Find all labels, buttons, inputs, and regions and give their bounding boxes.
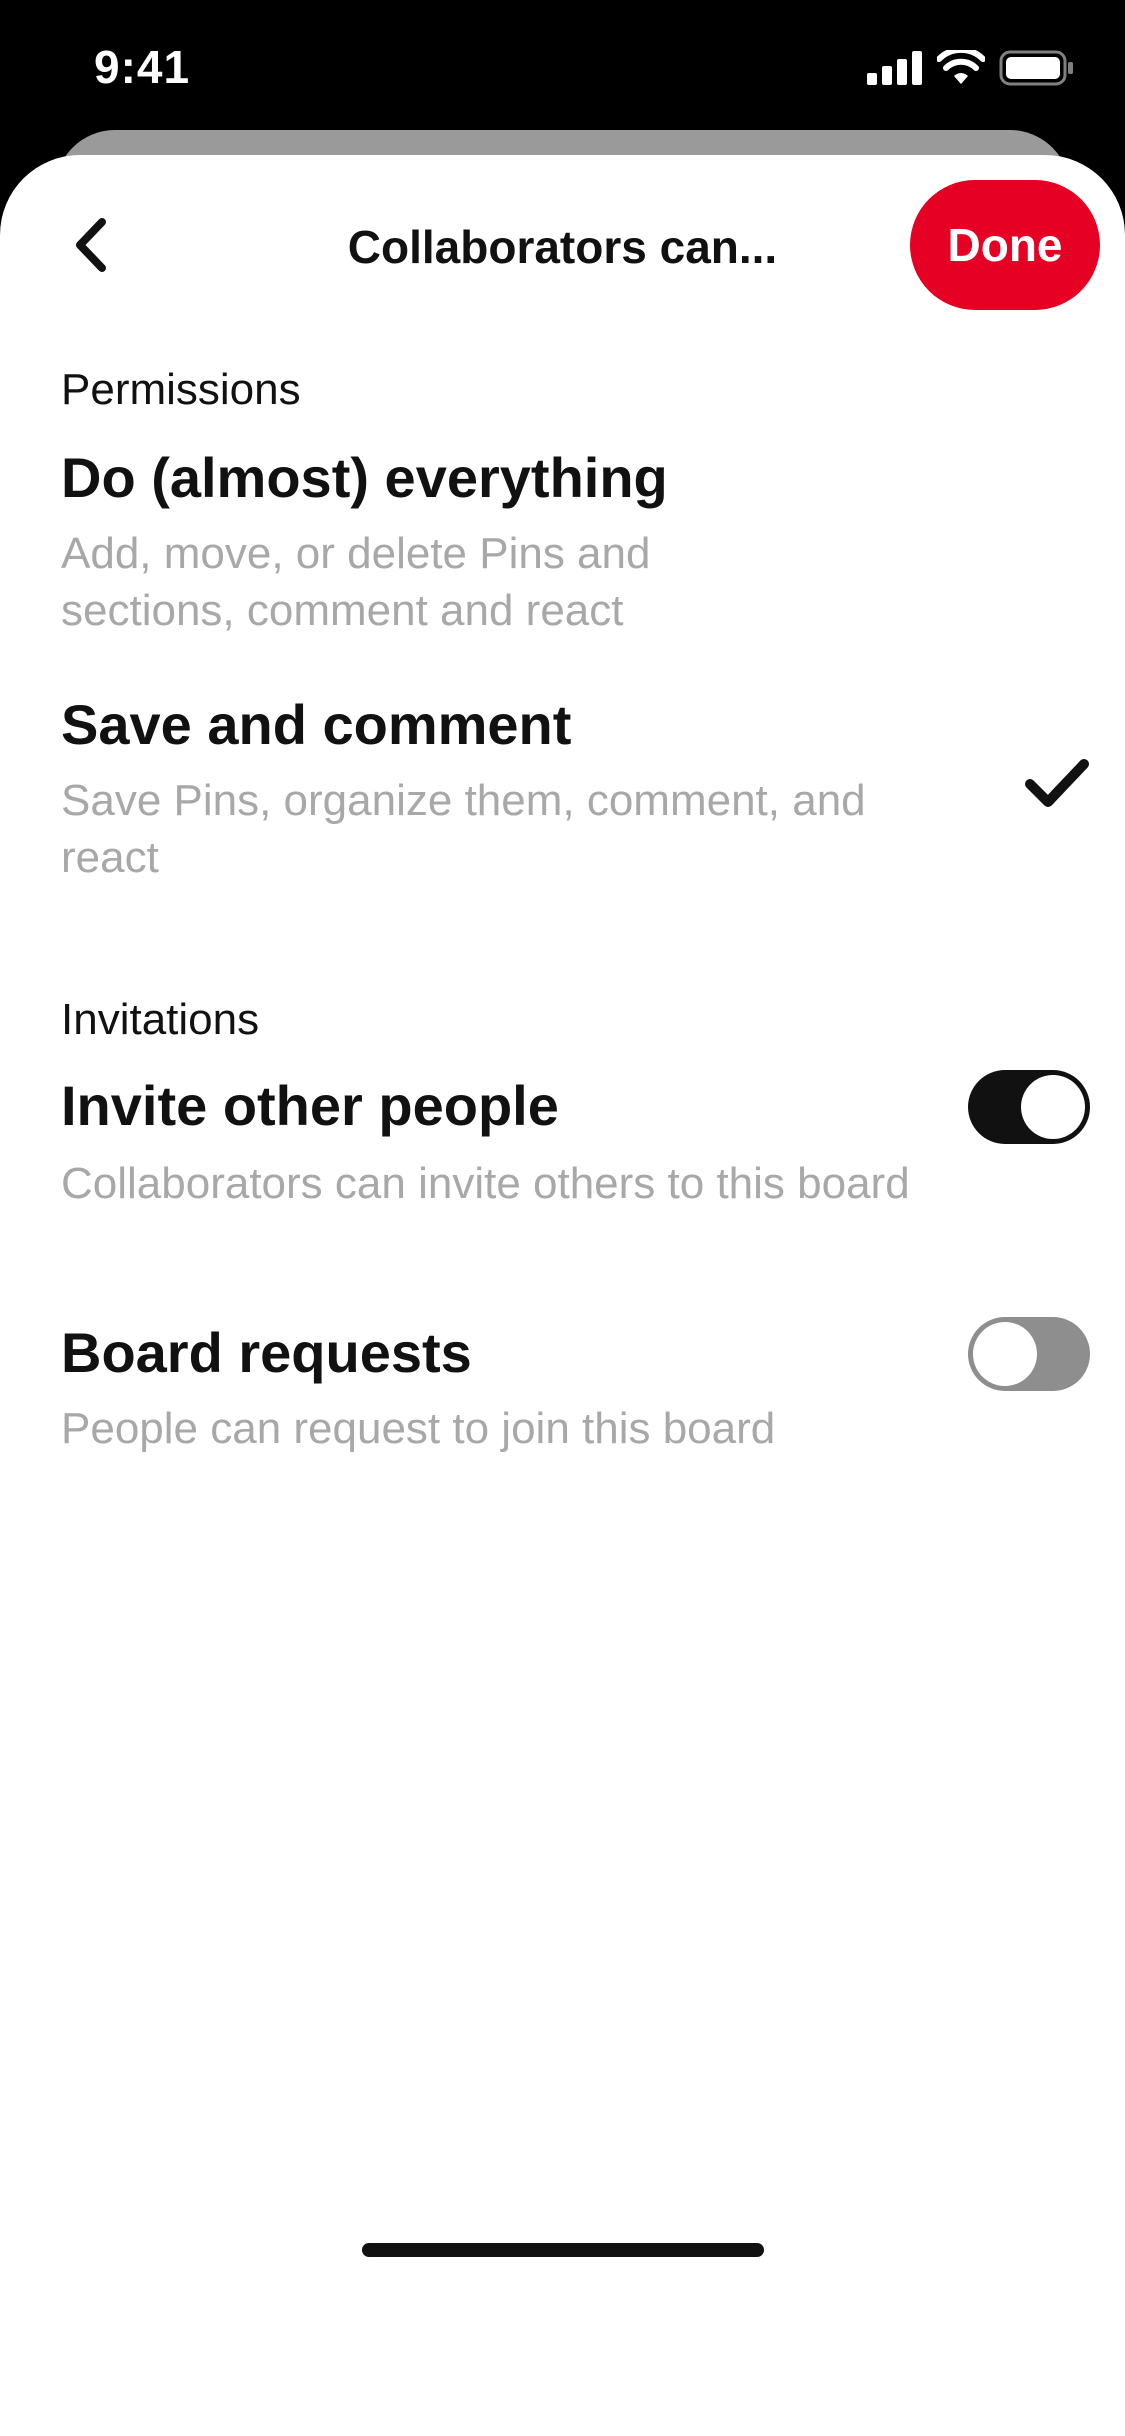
toggle-knob	[1021, 1075, 1085, 1139]
status-icons	[867, 50, 1075, 86]
permissions-section-label: Permissions	[61, 365, 301, 414]
wifi-icon	[937, 50, 985, 84]
battery-icon	[999, 50, 1073, 86]
status-time: 9:41	[94, 41, 191, 93]
option-description: People can request to join this board	[61, 1404, 776, 1453]
done-button[interactable]: Done	[910, 180, 1100, 310]
board-requests-toggle[interactable]	[968, 1317, 1090, 1391]
option-description: Save Pins, organize them, comment, and r…	[61, 776, 866, 882]
home-indicator	[362, 2243, 764, 2257]
invitations-section-label: Invitations	[61, 995, 260, 1044]
bottom-sheet: Collaborators can... Done Permissions Do…	[0, 155, 1125, 2436]
invite-other-people-toggle[interactable]	[968, 1070, 1090, 1144]
option-title: Invite other people	[61, 1074, 559, 1137]
status-bar: 9:41	[0, 0, 1125, 140]
option-title: Do (almost) everything	[61, 446, 668, 509]
option-description: Collaborators can invite others to this …	[61, 1159, 910, 1208]
option-description: Add, move, or delete Pins and sections, …	[61, 529, 651, 635]
option-title: Board requests	[61, 1321, 472, 1384]
toggle-knob	[973, 1322, 1037, 1386]
sheet-header: Collaborators can... Done	[0, 180, 1125, 320]
signal-icon	[867, 51, 922, 85]
option-title: Save and comment	[61, 693, 572, 756]
checkmark-icon	[1025, 759, 1089, 807]
